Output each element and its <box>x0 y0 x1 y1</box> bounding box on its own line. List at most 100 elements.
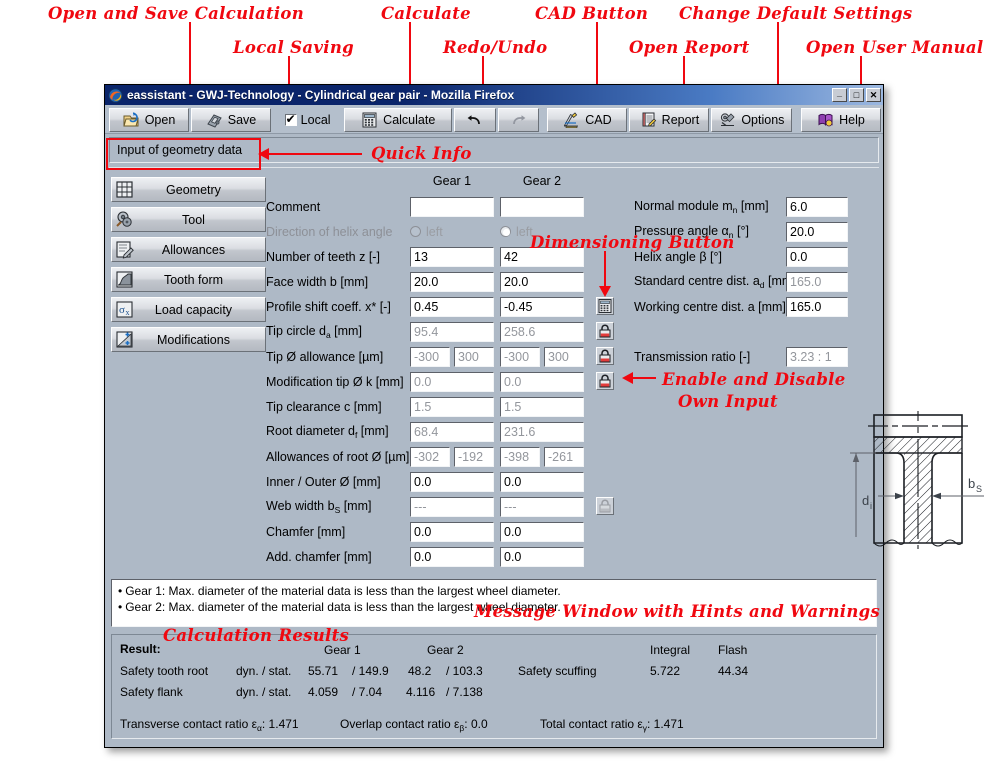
input-face-width-gear2[interactable]: 20.0 <box>500 271 584 292</box>
input-comment-gear2[interactable] <box>500 196 584 217</box>
input-helix-angle[interactable]: 0.0 <box>786 246 848 267</box>
radio-helix-left-gear2[interactable] <box>500 226 511 237</box>
input-tip-allow-gear2-lower[interactable]: -300 <box>500 346 540 367</box>
svg-text:x: x <box>126 308 130 317</box>
input-teeth-gear1[interactable]: 13 <box>410 246 494 267</box>
undo-button[interactable] <box>454 108 496 132</box>
maximize-icon[interactable]: □ <box>849 88 864 102</box>
input-web-width-gear2[interactable]: --- <box>500 496 584 517</box>
input-tip-allow-gear1-lower[interactable]: -300 <box>410 346 450 367</box>
sidebar-item-load-capacity[interactable]: σ x Load capacity <box>111 297 266 322</box>
lock-button-web-width[interactable] <box>596 497 614 515</box>
input-mod-tip-gear2[interactable]: 0.0 <box>500 371 584 392</box>
report-button[interactable]: Report <box>629 108 710 132</box>
input-inner-outer-gear1[interactable]: 0.0 <box>410 471 494 492</box>
local-checkbox-label: Local <box>300 113 331 127</box>
input-web-width-gear1[interactable]: --- <box>410 496 494 517</box>
input-tip-allow-gear1-upper[interactable]: 300 <box>454 346 494 367</box>
annotation-own-input: Own Input <box>678 392 778 411</box>
label-tip-clearance: Tip clearance c [mm] <box>266 399 382 414</box>
label-standard-centre-distance: Standard centre dist. ad [mm] <box>634 274 796 290</box>
undo-arrow-icon <box>467 114 481 124</box>
sidebar-item-tooth-form[interactable]: Tooth form <box>111 267 266 292</box>
input-inner-outer-gear2[interactable]: 0.0 <box>500 471 584 492</box>
options-button[interactable]: Options <box>711 108 793 132</box>
label-add-chamfer: Add. chamfer [mm] <box>266 549 372 564</box>
subscript-a: a <box>325 329 331 340</box>
row-comment: Comment <box>266 195 584 218</box>
calculate-button[interactable]: Calculate <box>344 108 453 132</box>
result-row2-gear2-stat: / 7.138 <box>446 685 483 699</box>
tooth-profile-icon <box>116 271 133 288</box>
window-title: eassistant - GWJ-Technology - Cylindrica… <box>127 88 515 102</box>
help-button-label: Help <box>839 113 865 127</box>
open-button[interactable]: Open <box>109 108 189 132</box>
input-mod-tip-gear1[interactable]: 0.0 <box>410 371 494 392</box>
sidebar-item-modifications[interactable]: Modifications <box>111 327 266 352</box>
sidebar-item-geometry[interactable]: Geometry <box>111 177 266 202</box>
dim-label-di-sub: i <box>870 501 872 511</box>
input-comment-gear1[interactable] <box>410 196 494 217</box>
radio-helix-left-gear1[interactable] <box>410 226 421 237</box>
save-button[interactable]: Save <box>191 108 271 132</box>
input-face-width-gear1[interactable]: 20.0 <box>410 271 494 292</box>
input-normal-module[interactable]: 6.0 <box>786 196 848 217</box>
local-checkbox[interactable]: Local <box>279 108 336 132</box>
input-profile-shift-gear2[interactable]: -0.45 <box>500 296 584 317</box>
input-root-diam-gear1[interactable]: 68.4 <box>410 421 494 442</box>
highlight-box-quick-info <box>106 138 261 170</box>
label-root-diameter: Root diameter df [mm] <box>266 423 389 440</box>
lock-button-tip-circle[interactable] <box>596 322 614 340</box>
input-chamfer-gear2[interactable]: 0.0 <box>500 521 584 542</box>
sidebar-label-tooth-form: Tooth form <box>163 272 224 287</box>
sidebar-nav: Geometry Tool Allowances Tooth form σ x … <box>111 173 266 573</box>
input-chamfer-gear1[interactable]: 0.0 <box>410 521 494 542</box>
minimize-icon[interactable]: _ <box>832 88 847 102</box>
input-transmission-ratio[interactable]: 3.23 : 1 <box>786 346 848 367</box>
input-tip-circle-gear2[interactable]: 258.6 <box>500 321 584 342</box>
input-root-allow-gear2-lower[interactable]: -398 <box>500 446 540 467</box>
padlock-icon <box>599 349 611 363</box>
lock-button-modification-tip[interactable] <box>596 372 614 390</box>
sidebar-item-tool[interactable]: Tool <box>111 207 266 232</box>
input-tip-clearance-gear2[interactable]: 1.5 <box>500 396 584 417</box>
padlock-icon <box>599 374 611 388</box>
normal-module-unit: [mm] <box>737 198 769 213</box>
row-profile-shift: Profile shift coeff. x* [-] 0.45 -0.45 <box>266 295 584 318</box>
gear-tools-icon <box>721 113 735 126</box>
label-allowances-root: Allowances of root Ø [µm] <box>266 449 410 464</box>
close-icon[interactable]: ✕ <box>866 88 881 102</box>
input-root-allow-gear1-upper[interactable]: -192 <box>454 446 494 467</box>
input-tip-circle-gear1[interactable]: 95.4 <box>410 321 494 342</box>
options-button-label: Options <box>741 113 785 127</box>
redo-button[interactable] <box>497 108 539 132</box>
cad-button[interactable]: CAD <box>547 108 628 132</box>
input-root-allow-gear1-lower[interactable]: -302 <box>410 446 450 467</box>
pressure-angle-unit: [°] <box>733 223 749 238</box>
sidebar-item-allowances[interactable]: Allowances <box>111 237 266 262</box>
input-standard-centre-distance[interactable]: 165.0 <box>786 271 848 292</box>
row-modification-tip: Modification tip Ø k [mm] 0.0 0.0 <box>266 370 584 393</box>
input-tip-allow-gear2-upper[interactable]: 300 <box>544 346 584 367</box>
folder-open-icon <box>123 112 139 127</box>
input-pressure-angle[interactable]: 20.0 <box>786 221 848 242</box>
input-add-chamfer-gear2[interactable]: 0.0 <box>500 546 584 567</box>
row-tip-allowance: Tip Ø allowance [µm] -300 300 -300 300 <box>266 345 584 368</box>
dimensioning-button[interactable] <box>596 297 614 315</box>
input-root-allow-gear2-upper[interactable]: -261 <box>544 446 584 467</box>
checkbox-checked-icon[interactable] <box>284 112 297 126</box>
input-tip-clearance-gear1[interactable]: 1.5 <box>410 396 494 417</box>
dim-label-bs-sub: S <box>976 484 982 494</box>
label-face-width: Face width b [mm] <box>266 274 369 289</box>
input-working-centre-distance[interactable]: 165.0 <box>786 296 848 317</box>
input-root-diam-gear2[interactable]: 231.6 <box>500 421 584 442</box>
help-button[interactable]: Help <box>800 108 881 132</box>
label-working-centre-distance: Working centre dist. a [mm] <box>634 299 786 314</box>
annotation-quick-info: Quick Info <box>371 144 472 163</box>
lock-button-tip-allowance[interactable] <box>596 347 614 365</box>
annotation-calculation-results: Calculation Results <box>163 626 350 645</box>
label-number-of-teeth: Number of teeth z [-] <box>266 249 380 264</box>
leader-arrow-dimensioning <box>599 286 611 297</box>
input-add-chamfer-gear1[interactable]: 0.0 <box>410 546 494 567</box>
input-profile-shift-gear1[interactable]: 0.45 <box>410 296 494 317</box>
